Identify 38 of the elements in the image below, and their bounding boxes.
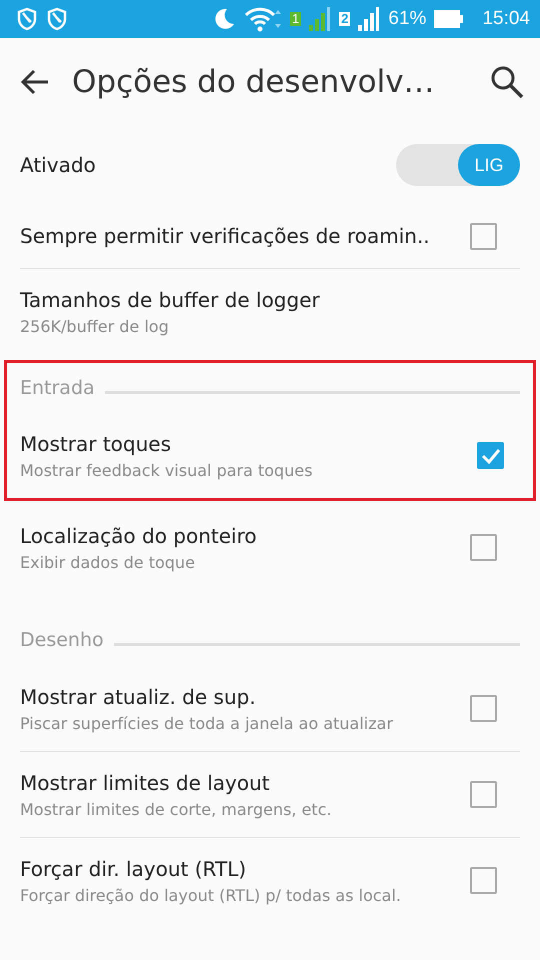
battery-icon [434,9,464,29]
checkbox[interactable] [470,222,497,250]
category-header: Entrada [20,377,95,399]
checkbox[interactable] [470,781,497,808]
wifi-icon [244,6,282,32]
setting-summary: Mostrar limites de corte, margens, etc. [20,800,333,818]
checkbox[interactable] [477,442,504,469]
checkbox[interactable] [470,695,497,722]
setting-summary: Exibir dados de toque [20,552,196,572]
setting-title: Mostrar limites de layout [20,770,271,794]
sim-number: 1 [290,12,302,26]
switch-label: Ativado [20,153,96,177]
setting-summary: Piscar superfícies de toda a janela ao atualizar [20,714,394,732]
setting-title: Mostrar toques [20,432,172,456]
signal-icon [358,7,380,31]
back-arrow-icon[interactable] [20,68,50,96]
setting-title: Tamanhos de buffer de logger [20,288,321,312]
category-header: Desenho [20,629,104,651]
toggle-switch[interactable]: LIG [396,144,520,186]
shield-icon [16,7,38,31]
checkmark-icon [480,448,500,464]
setting-summary: 256K/buffer de log [20,316,170,336]
switch-thumb: LIG [458,144,520,186]
setting-title: Mostrar atualiz. de sup. [20,684,257,708]
shield-icon [46,7,68,31]
checkbox[interactable] [470,867,497,894]
setting-summary: Mostrar feedback visual para toques [20,460,314,480]
clock: 15:04 [482,8,530,30]
checkbox[interactable] [470,534,497,561]
setting-title: Sempre permitir verificações de roamin.. [20,224,431,248]
setting-title: Localização do ponteiro [20,524,258,548]
battery-percent: 61% [388,8,426,30]
setting-summary: Forçar direção do layout (RTL) p/ todas as local. [20,886,402,904]
signal-icon [309,7,332,31]
setting-title: Forçar dir. layout (RTL) [20,856,248,880]
sim-number: 2 [339,12,350,26]
search-icon[interactable] [490,65,524,99]
screen-title: Opções do desenvolv… [72,64,436,100]
